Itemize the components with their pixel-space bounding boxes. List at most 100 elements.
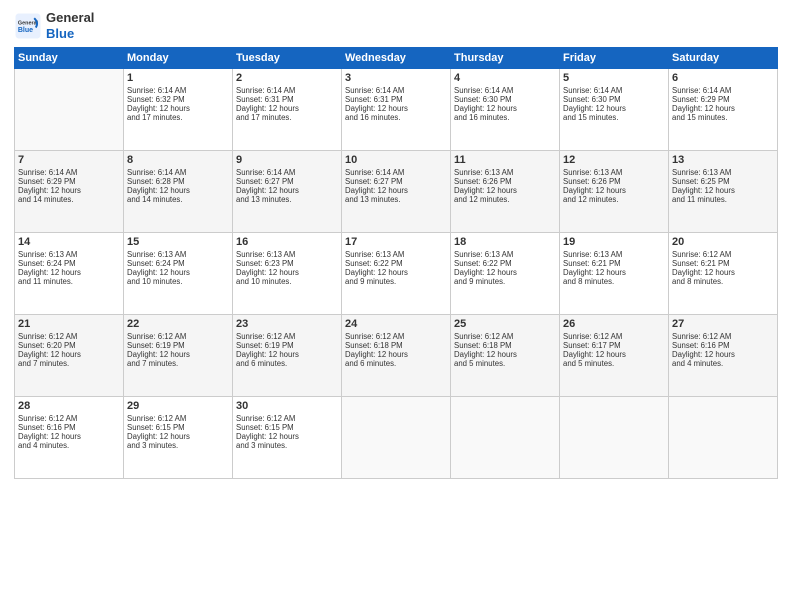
- col-header-sunday: Sunday: [15, 48, 124, 69]
- day-info-line: and 5 minutes.: [563, 359, 665, 368]
- day-number: 5: [563, 72, 665, 84]
- day-info-line: Daylight: 12 hours: [236, 432, 338, 441]
- day-info-line: Daylight: 12 hours: [236, 104, 338, 113]
- day-info-line: Sunrise: 6:14 AM: [345, 86, 447, 95]
- calendar-cell: 17Sunrise: 6:13 AMSunset: 6:22 PMDayligh…: [342, 233, 451, 315]
- calendar-cell: 10Sunrise: 6:14 AMSunset: 6:27 PMDayligh…: [342, 151, 451, 233]
- day-info-line: Sunrise: 6:14 AM: [454, 86, 556, 95]
- day-info-line: Daylight: 12 hours: [563, 104, 665, 113]
- day-number: 10: [345, 154, 447, 166]
- day-info-line: Sunset: 6:20 PM: [18, 341, 120, 350]
- day-info-line: Sunset: 6:29 PM: [672, 95, 774, 104]
- calendar-week-row: 1Sunrise: 6:14 AMSunset: 6:32 PMDaylight…: [15, 69, 778, 151]
- calendar-cell: [560, 397, 669, 479]
- calendar-cell: 4Sunrise: 6:14 AMSunset: 6:30 PMDaylight…: [451, 69, 560, 151]
- calendar-week-row: 21Sunrise: 6:12 AMSunset: 6:20 PMDayligh…: [15, 315, 778, 397]
- calendar-cell: 5Sunrise: 6:14 AMSunset: 6:30 PMDaylight…: [560, 69, 669, 151]
- calendar-cell: 11Sunrise: 6:13 AMSunset: 6:26 PMDayligh…: [451, 151, 560, 233]
- calendar-cell: 7Sunrise: 6:14 AMSunset: 6:29 PMDaylight…: [15, 151, 124, 233]
- calendar-cell: 23Sunrise: 6:12 AMSunset: 6:19 PMDayligh…: [233, 315, 342, 397]
- col-header-monday: Monday: [124, 48, 233, 69]
- day-info-line: Daylight: 12 hours: [127, 350, 229, 359]
- day-info-line: Daylight: 12 hours: [345, 104, 447, 113]
- day-info-line: Sunrise: 6:12 AM: [236, 332, 338, 341]
- day-number: 30: [236, 400, 338, 412]
- day-info-line: Sunrise: 6:13 AM: [236, 250, 338, 259]
- day-number: 9: [236, 154, 338, 166]
- day-info-line: Daylight: 12 hours: [236, 350, 338, 359]
- day-info-line: Sunset: 6:22 PM: [454, 259, 556, 268]
- calendar-cell: 6Sunrise: 6:14 AMSunset: 6:29 PMDaylight…: [669, 69, 778, 151]
- calendar-cell: 25Sunrise: 6:12 AMSunset: 6:18 PMDayligh…: [451, 315, 560, 397]
- col-header-wednesday: Wednesday: [342, 48, 451, 69]
- day-info-line: Sunrise: 6:12 AM: [18, 332, 120, 341]
- day-info-line: Sunrise: 6:13 AM: [127, 250, 229, 259]
- day-info-line: Sunset: 6:21 PM: [563, 259, 665, 268]
- calendar-cell: [342, 397, 451, 479]
- day-number: 15: [127, 236, 229, 248]
- day-info-line: and 15 minutes.: [563, 113, 665, 122]
- day-number: 29: [127, 400, 229, 412]
- day-info-line: Sunrise: 6:12 AM: [127, 414, 229, 423]
- calendar-table: SundayMondayTuesdayWednesdayThursdayFrid…: [14, 47, 778, 479]
- day-info-line: Sunrise: 6:14 AM: [563, 86, 665, 95]
- day-info-line: Sunrise: 6:14 AM: [236, 86, 338, 95]
- day-info-line: Sunrise: 6:12 AM: [345, 332, 447, 341]
- day-number: 6: [672, 72, 774, 84]
- day-info-line: and 8 minutes.: [672, 277, 774, 286]
- calendar-cell: [669, 397, 778, 479]
- day-number: 26: [563, 318, 665, 330]
- calendar-cell: [451, 397, 560, 479]
- day-info-line: Daylight: 12 hours: [563, 350, 665, 359]
- calendar-cell: 9Sunrise: 6:14 AMSunset: 6:27 PMDaylight…: [233, 151, 342, 233]
- day-info-line: Daylight: 12 hours: [127, 432, 229, 441]
- day-info-line: Sunset: 6:32 PM: [127, 95, 229, 104]
- day-info-line: Sunset: 6:31 PM: [345, 95, 447, 104]
- calendar-cell: 15Sunrise: 6:13 AMSunset: 6:24 PMDayligh…: [124, 233, 233, 315]
- day-info-line: Sunset: 6:18 PM: [454, 341, 556, 350]
- day-info-line: Sunrise: 6:12 AM: [236, 414, 338, 423]
- day-number: 12: [563, 154, 665, 166]
- day-number: 4: [454, 72, 556, 84]
- day-info-line: Sunrise: 6:13 AM: [454, 168, 556, 177]
- day-number: 19: [563, 236, 665, 248]
- day-info-line: Daylight: 12 hours: [18, 186, 120, 195]
- calendar-cell: 20Sunrise: 6:12 AMSunset: 6:21 PMDayligh…: [669, 233, 778, 315]
- day-info-line: and 3 minutes.: [236, 441, 338, 450]
- calendar-cell: 8Sunrise: 6:14 AMSunset: 6:28 PMDaylight…: [124, 151, 233, 233]
- calendar-cell: 19Sunrise: 6:13 AMSunset: 6:21 PMDayligh…: [560, 233, 669, 315]
- day-info-line: and 6 minutes.: [236, 359, 338, 368]
- day-info-line: Sunrise: 6:14 AM: [127, 168, 229, 177]
- day-info-line: Daylight: 12 hours: [672, 350, 774, 359]
- calendar-body: 1Sunrise: 6:14 AMSunset: 6:32 PMDaylight…: [15, 69, 778, 479]
- day-number: 11: [454, 154, 556, 166]
- day-info-line: Daylight: 12 hours: [18, 350, 120, 359]
- calendar-cell: 18Sunrise: 6:13 AMSunset: 6:22 PMDayligh…: [451, 233, 560, 315]
- logo-text: General Blue: [46, 10, 94, 41]
- day-info-line: and 17 minutes.: [127, 113, 229, 122]
- calendar-header-row: SundayMondayTuesdayWednesdayThursdayFrid…: [15, 48, 778, 69]
- svg-text:Blue: Blue: [18, 27, 33, 34]
- day-info-line: Daylight: 12 hours: [454, 350, 556, 359]
- calendar-cell: 21 Sunrise: 6:12 AMSunset: 6:20 PMDayligh…: [15, 315, 124, 397]
- col-header-thursday: Thursday: [451, 48, 560, 69]
- day-info-line: and 16 minutes.: [454, 113, 556, 122]
- day-info-line: Daylight: 12 hours: [345, 186, 447, 195]
- day-info-line: and 11 minutes.: [18, 277, 120, 286]
- day-info-line: and 9 minutes.: [345, 277, 447, 286]
- day-info-line: Sunrise: 6:12 AM: [18, 414, 120, 423]
- day-info-line: Sunset: 6:29 PM: [18, 177, 120, 186]
- day-number: 14: [18, 236, 120, 248]
- day-number: 25: [454, 318, 556, 330]
- day-number: 28: [18, 400, 120, 412]
- day-info-line: and 7 minutes.: [127, 359, 229, 368]
- day-number: 8: [127, 154, 229, 166]
- calendar-week-row: 28Sunrise: 6:12 AMSunset: 6:16 PMDayligh…: [15, 397, 778, 479]
- day-info-line: and 10 minutes.: [236, 277, 338, 286]
- day-info-line: and 16 minutes.: [345, 113, 447, 122]
- day-info-line: Daylight: 12 hours: [672, 268, 774, 277]
- day-number: 21: [18, 318, 120, 330]
- day-info-line: Sunset: 6:27 PM: [236, 177, 338, 186]
- calendar-cell: 24Sunrise: 6:12 AMSunset: 6:18 PMDayligh…: [342, 315, 451, 397]
- day-info-line: Sunrise: 6:13 AM: [672, 168, 774, 177]
